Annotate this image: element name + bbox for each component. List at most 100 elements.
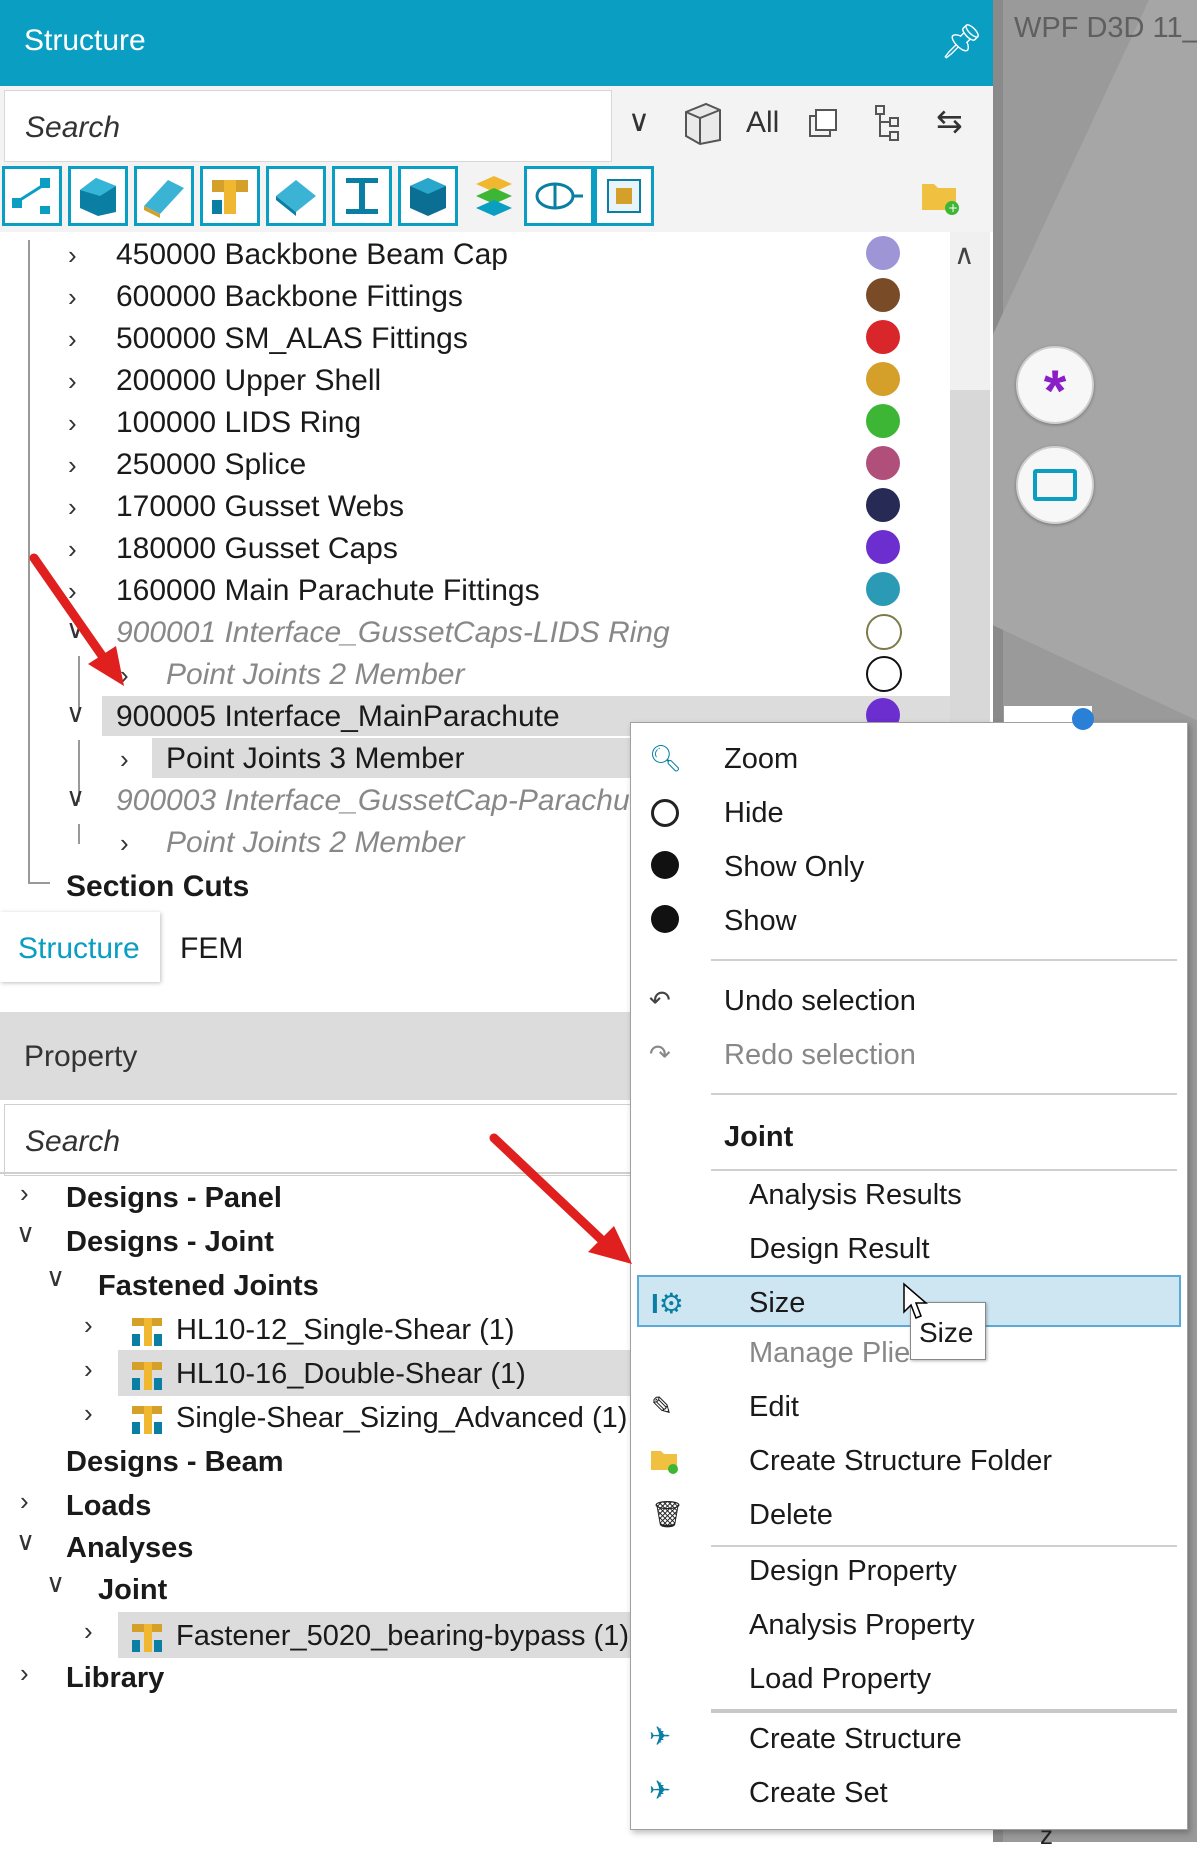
color-swatch[interactable] — [866, 446, 900, 480]
property-item-loads[interactable]: Loads — [66, 1490, 151, 1523]
tree-item[interactable]: › 200000 Upper Shell — [0, 360, 940, 400]
layers-tool[interactable] — [464, 166, 524, 226]
tree-item-selected[interactable]: Point Joints 3 Member — [152, 738, 632, 778]
plate-tool[interactable] — [266, 166, 326, 226]
color-swatch[interactable] — [866, 656, 902, 692]
tree-item[interactable]: › 250000 Splice — [0, 444, 940, 484]
color-swatch[interactable] — [866, 278, 900, 312]
property-item-fastened-joints[interactable]: Fastened Joints — [98, 1270, 319, 1303]
swap-icon[interactable]: ⇆ — [936, 102, 963, 140]
color-swatch[interactable] — [866, 236, 900, 270]
scroll-up-icon[interactable]: ∧ — [954, 238, 975, 271]
property-item-single-shear[interactable]: Single-Shear_Sizing_Advanced (1) — [176, 1402, 627, 1435]
color-swatch[interactable] — [866, 530, 900, 564]
chevron-right-icon[interactable]: › — [120, 744, 129, 775]
color-swatch[interactable] — [866, 362, 900, 396]
chevron-right-icon[interactable]: › — [84, 1616, 93, 1647]
solid-tool[interactable] — [68, 166, 128, 226]
tree-item[interactable]: › 450000 Backbone Beam Cap — [0, 234, 940, 274]
property-item-hl10-16[interactable]: HL10-16_Double-Shear (1) — [176, 1358, 526, 1391]
joint-tool[interactable] — [200, 166, 260, 226]
tab-fem[interactable]: FEM — [180, 932, 243, 966]
chevron-right-icon[interactable]: › — [68, 366, 77, 397]
property-item-designs-panel[interactable]: Designs - Panel — [66, 1182, 282, 1215]
chevron-right-icon[interactable]: › — [68, 450, 77, 481]
property-item-designs-joint[interactable]: Designs - Joint — [66, 1226, 274, 1259]
menu-item-create-structure[interactable]: Create Structure — [749, 1723, 962, 1756]
chevron-down-icon[interactable]: ∨ — [16, 1526, 35, 1557]
chevron-right-icon[interactable]: › — [68, 492, 77, 523]
cube-view-icon[interactable] — [682, 100, 722, 146]
menu-item-create-set[interactable]: Create Set — [749, 1777, 888, 1810]
menu-item-undo-selection[interactable]: Undo selection — [724, 985, 916, 1018]
property-item-analyses[interactable]: Analyses — [66, 1532, 193, 1565]
beam-tool[interactable] — [332, 166, 392, 226]
menu-item-design-result[interactable]: Design Result — [749, 1233, 930, 1266]
chevron-right-icon[interactable]: › — [20, 1486, 29, 1517]
chevron-down-icon[interactable]: ∨ — [66, 782, 85, 813]
tree-item[interactable]: Section Cuts — [0, 866, 630, 906]
color-swatch[interactable] — [866, 488, 900, 522]
chevron-down-icon[interactable]: ∨ — [46, 1262, 65, 1293]
chevron-down-icon[interactable]: ∨ — [66, 698, 85, 729]
new-folder-icon[interactable]: + — [920, 176, 960, 216]
tree-item[interactable]: › Point Joints 2 Member — [0, 654, 940, 694]
tree-item[interactable]: › 160000 Main Parachute Fittings — [0, 570, 940, 610]
tree-item[interactable]: ∨ 900003 Interface_GussetCap-Parachute — [0, 780, 655, 820]
chevron-down-icon[interactable]: ∨ — [628, 104, 650, 139]
chevron-right-icon[interactable]: › — [120, 828, 129, 859]
fuselage-tool[interactable] — [524, 166, 594, 226]
hierarchy-icon[interactable] — [874, 104, 902, 142]
color-swatch[interactable] — [866, 404, 900, 438]
menu-item-redo-selection[interactable]: Redo selection — [724, 1039, 916, 1072]
tree-item[interactable]: › 100000 LIDS Ring — [0, 402, 940, 442]
chevron-down-icon[interactable]: ∨ — [46, 1568, 65, 1599]
tree-item[interactable]: › 170000 Gusset Webs — [0, 486, 940, 526]
panel-tool[interactable] — [134, 166, 194, 226]
chevron-right-icon[interactable]: › — [20, 1178, 29, 1209]
asterisk-button[interactable]: * — [1016, 346, 1094, 424]
menu-item-show-only[interactable]: Show Only — [724, 851, 864, 884]
property-item-designs-beam[interactable]: Designs - Beam — [66, 1446, 284, 1479]
rectangle-button[interactable] — [1016, 446, 1094, 524]
tree-item[interactable]: › 180000 Gusset Caps — [0, 528, 940, 568]
structure-search-input[interactable]: Search — [4, 90, 612, 162]
tree-item[interactable]: ∨ 900001 Interface_GussetCaps-LIDS Ring — [0, 612, 940, 652]
menu-item-analysis-results[interactable]: Analysis Results — [749, 1179, 962, 1212]
menu-item-show[interactable]: Show — [724, 905, 797, 938]
cube-tool[interactable] — [398, 166, 458, 226]
property-item-joint[interactable]: Joint — [98, 1574, 167, 1607]
menu-item-manage-plies[interactable]: Manage Plie — [749, 1337, 910, 1370]
menu-item-hide[interactable]: Hide — [724, 797, 784, 830]
tree-item[interactable]: › 600000 Backbone Fittings — [0, 276, 940, 316]
property-item-fastener-5020[interactable]: Fastener_5020_bearing-bypass (1) — [176, 1620, 629, 1653]
tab-structure[interactable]: Structure — [0, 912, 160, 982]
tree-item[interactable]: › 500000 SM_ALAS Fittings — [0, 318, 940, 358]
color-swatch[interactable] — [866, 572, 900, 606]
pin-icon[interactable]: 📌︎ — [940, 22, 983, 62]
collapse-all-icon[interactable] — [808, 106, 838, 140]
node-tool[interactable] — [2, 166, 62, 226]
chevron-right-icon[interactable]: › — [84, 1354, 93, 1385]
property-item-library[interactable]: Library — [66, 1662, 164, 1695]
menu-item-delete[interactable]: Delete — [749, 1499, 833, 1532]
chevron-right-icon[interactable]: › — [68, 408, 77, 439]
chevron-right-icon[interactable]: › — [84, 1398, 93, 1429]
chevron-right-icon[interactable]: › — [68, 282, 77, 313]
menu-item-load-property[interactable]: Load Property — [749, 1663, 931, 1696]
filter-all-label[interactable]: All — [746, 106, 779, 140]
menu-item-analysis-property[interactable]: Analysis Property — [749, 1609, 975, 1642]
chevron-right-icon[interactable]: › — [20, 1658, 29, 1689]
fit-tool[interactable] — [594, 166, 654, 226]
color-swatch[interactable] — [866, 320, 900, 354]
chevron-down-icon[interactable]: ∨ — [16, 1218, 35, 1249]
menu-item-create-structure-folder[interactable]: Create Structure Folder — [749, 1445, 1052, 1478]
chevron-right-icon[interactable]: › — [68, 240, 77, 271]
menu-item-edit[interactable]: Edit — [749, 1391, 799, 1424]
menu-item-zoom[interactable]: Zoom — [724, 743, 798, 776]
tree-scroll-thumb[interactable] — [950, 390, 990, 740]
chevron-right-icon[interactable]: › — [84, 1310, 93, 1341]
chevron-right-icon[interactable]: › — [68, 324, 77, 355]
property-item-hl10-12[interactable]: HL10-12_Single-Shear (1) — [176, 1314, 515, 1347]
menu-item-design-property[interactable]: Design Property — [749, 1555, 957, 1588]
